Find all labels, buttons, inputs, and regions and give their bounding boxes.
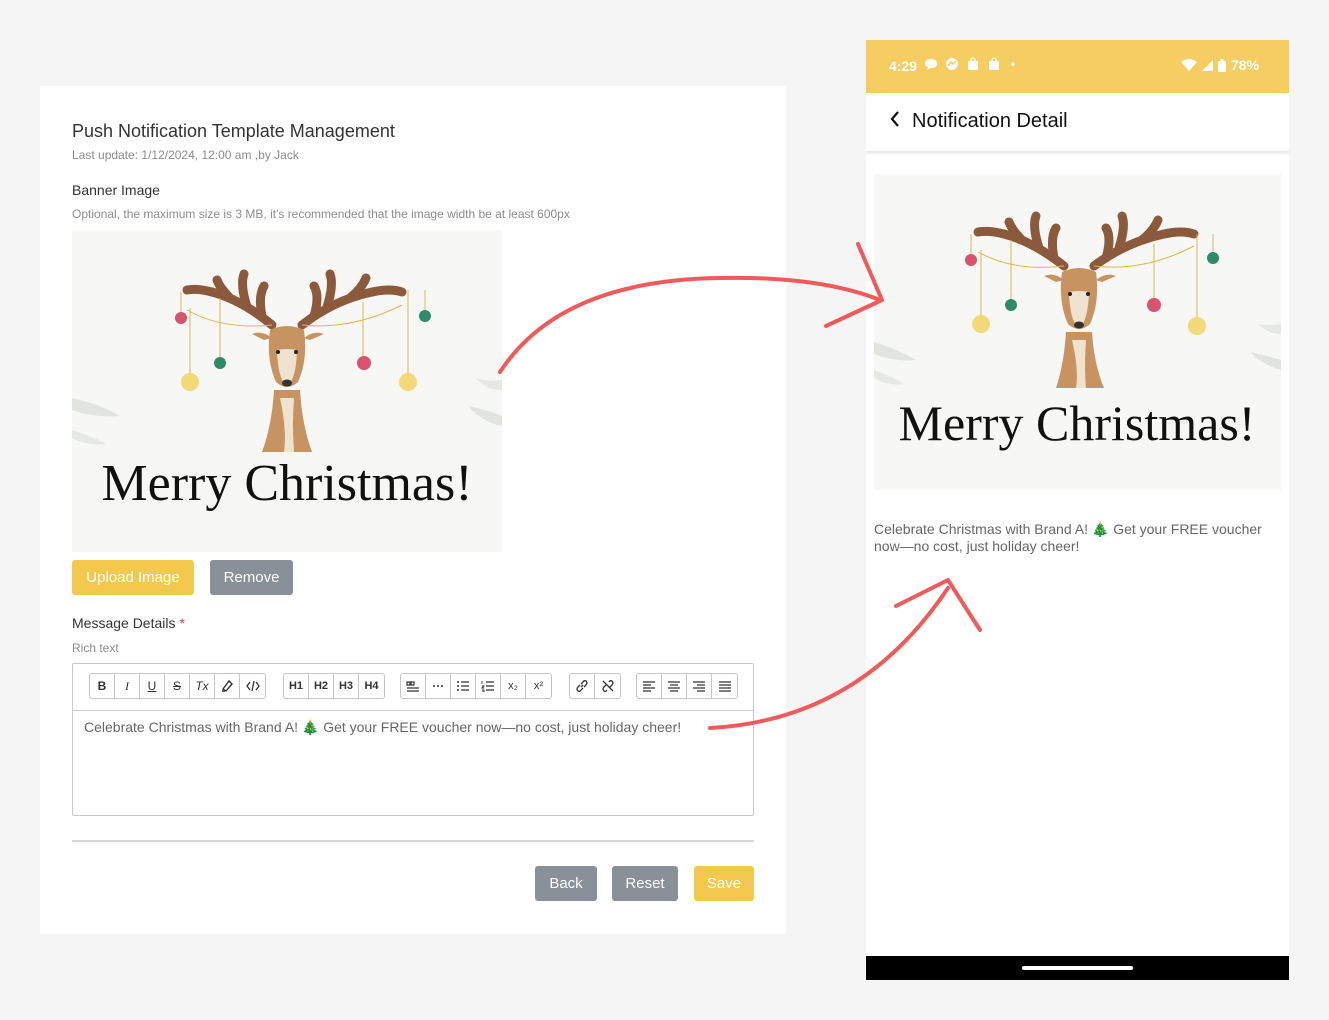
- rich-text-editor: B I U S Tx H1 H2 H3 H4 x₂ x² Celebrate C…: [72, 663, 754, 816]
- reindeer-banner-image-preview: Merry Christmas!: [874, 211, 1281, 451]
- rich-text-hint: Rich text: [72, 641, 119, 655]
- notification-icons: [924, 57, 1018, 71]
- highlighter-icon: [221, 679, 233, 692]
- shopping-bag-icon: [968, 57, 978, 70]
- template-management-panel: Push Notification Template Management La…: [40, 86, 786, 934]
- align-right-icon: [693, 681, 705, 692]
- horizontal-rule-button[interactable]: [426, 674, 451, 698]
- upload-image-button[interactable]: Upload Image: [72, 560, 194, 595]
- align-justify-button[interactable]: [712, 674, 737, 698]
- ordered-list-button[interactable]: [476, 674, 501, 698]
- code-icon: [245, 680, 260, 692]
- remove-image-button[interactable]: Remove: [210, 560, 293, 595]
- quote-icon: [406, 681, 419, 692]
- system-icons: 78%: [1180, 57, 1259, 73]
- link-icon: [576, 680, 588, 692]
- home-gesture-bar[interactable]: [1022, 966, 1133, 970]
- wifi-icon: [1180, 59, 1197, 71]
- superscript-button[interactable]: x²: [526, 674, 551, 698]
- messenger-icon: [946, 58, 958, 70]
- banner-image-hint: Optional, the maximum size is 3 MB, it's…: [72, 207, 570, 221]
- status-time: 4:29: [889, 58, 918, 74]
- align-center-icon: [668, 681, 680, 692]
- link-group: [569, 673, 621, 699]
- subscript-button[interactable]: x₂: [501, 674, 526, 698]
- align-left-button[interactable]: [637, 674, 662, 698]
- form-divider: [72, 840, 754, 842]
- align-center-button[interactable]: [662, 674, 687, 698]
- strikethrough-button[interactable]: S: [165, 674, 190, 698]
- banner-image-preview: Merry Christmas!: [72, 230, 502, 552]
- chevron-left-icon[interactable]: [890, 111, 900, 127]
- blockquote-button[interactable]: [401, 674, 426, 698]
- unlink-icon: [601, 680, 614, 692]
- chat-bubble-icon: [925, 58, 937, 70]
- save-button[interactable]: Save: [694, 866, 754, 901]
- phone-app-header: Notification Detail: [866, 93, 1289, 151]
- heading-3-button[interactable]: H3: [334, 674, 359, 698]
- reset-button[interactable]: Reset: [612, 866, 678, 901]
- ordered-list-icon: [481, 681, 494, 692]
- bullet-list-icon: [457, 681, 469, 691]
- align-left-icon: [643, 681, 655, 692]
- align-justify-icon: [718, 681, 731, 692]
- remove-link-button[interactable]: [595, 674, 620, 698]
- message-details-label-text: Message Details: [72, 615, 176, 631]
- notification-message: Celebrate Christmas with Brand A! 🎄 Get …: [874, 521, 1262, 554]
- notification-detail-title: Notification Detail: [912, 110, 1068, 132]
- page-title: Push Notification Template Management: [72, 121, 395, 141]
- code-button[interactable]: [240, 674, 265, 698]
- highlight-button[interactable]: [215, 674, 240, 698]
- banner-image-text: Merry Christmas!: [101, 455, 472, 512]
- back-button[interactable]: Back: [535, 866, 597, 901]
- message-editor-content[interactable]: Celebrate Christmas with Brand A! 🎄 Get …: [84, 719, 681, 736]
- banner-preview-text: Merry Christmas!: [899, 395, 1256, 451]
- heading-1-button[interactable]: H1: [284, 674, 309, 698]
- notification-banner-image: Merry Christmas!: [874, 174, 1281, 490]
- heading-4-button[interactable]: H4: [359, 674, 384, 698]
- reindeer-banner-image: Merry Christmas!: [72, 269, 502, 512]
- signal-icon: [1201, 59, 1213, 71]
- heading-group: H1 H2 H3 H4: [283, 673, 385, 699]
- phone-preview: 4:29 78% Notification Detail Merry Chris…: [866, 40, 1289, 980]
- align-group: [636, 673, 738, 699]
- more-notifications-dot-icon: [1011, 62, 1015, 66]
- status-bar: 4:29 78%: [866, 40, 1289, 93]
- bold-button[interactable]: B: [90, 674, 115, 698]
- format-group: B I U S Tx: [89, 673, 266, 699]
- align-right-button[interactable]: [687, 674, 712, 698]
- clear-format-button[interactable]: Tx: [190, 674, 215, 698]
- last-update-text: Last update: 1/12/2024, 12:00 am ,by Jac…: [72, 148, 299, 162]
- battery-icon: [1217, 58, 1226, 72]
- block-group: x₂ x²: [400, 673, 552, 699]
- italic-button[interactable]: I: [115, 674, 140, 698]
- underline-button[interactable]: U: [140, 674, 165, 698]
- insert-link-button[interactable]: [570, 674, 595, 698]
- banner-image-label: Banner Image: [72, 182, 160, 198]
- ellipsis-icon: [433, 685, 443, 687]
- editor-toolbar: B I U S Tx H1 H2 H3 H4 x₂ x²: [73, 664, 753, 711]
- shopping-bag-icon-2: [989, 57, 999, 70]
- navigation-bar: [866, 956, 1289, 980]
- required-mark: *: [179, 615, 185, 631]
- heading-2-button[interactable]: H2: [309, 674, 334, 698]
- bullet-list-button[interactable]: [451, 674, 476, 698]
- battery-level: 78%: [1230, 57, 1259, 73]
- message-details-label: Message Details *: [72, 615, 185, 631]
